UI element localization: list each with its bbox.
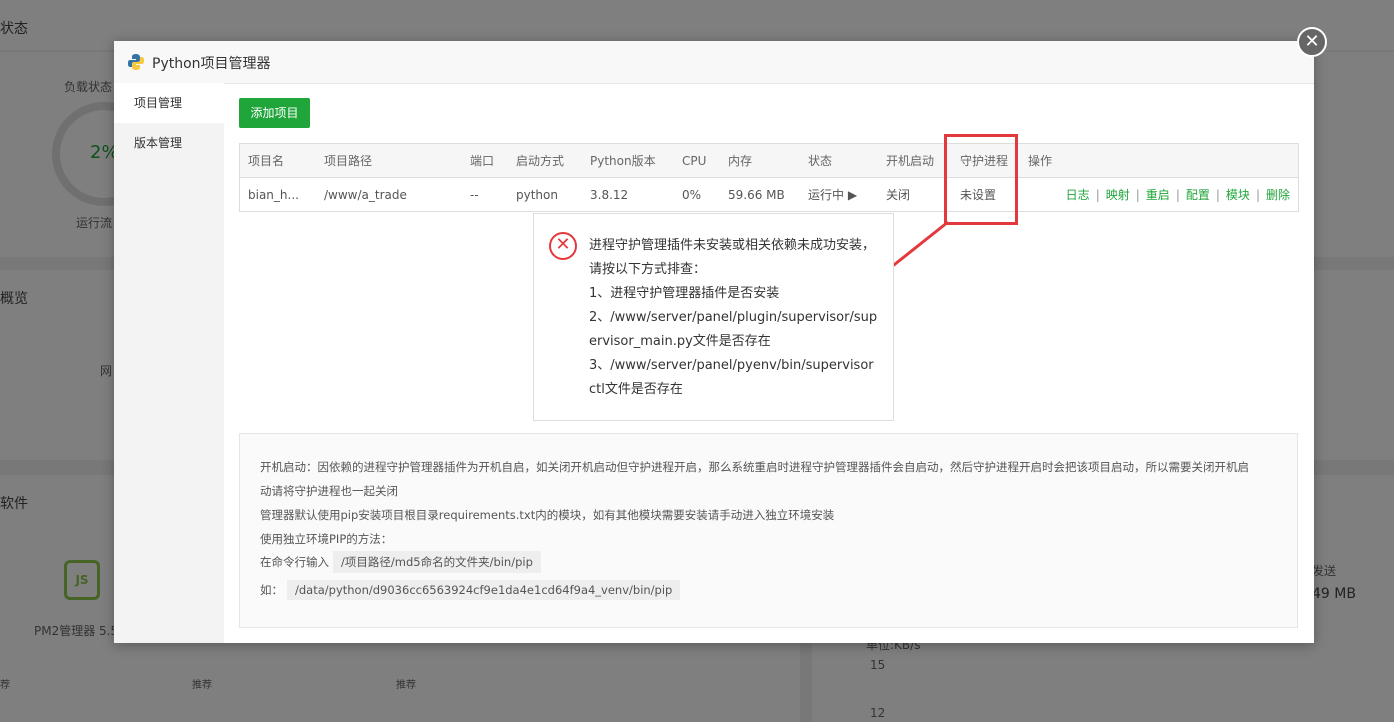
note-line: 开机启动：因依赖的进程守护管理器插件为开机自启，如关闭开机启动但守护进程开启，那… [260, 460, 1249, 474]
note-line: 如： /data/python/d9036cc6563924cf9e1da4e1c… [260, 580, 681, 600]
note-line: 动请将守护进程也一起关闭 [260, 484, 398, 498]
delete-link[interactable]: 删除 [1266, 188, 1290, 202]
close-icon[interactable]: ✕ [1297, 27, 1327, 57]
modal-title: Python项目管理器 [152, 56, 271, 72]
note-line: 在命令行输入/项目路径/md5命名的文件夹/bin/pip [260, 551, 541, 573]
project-operations: 日志 | 映射 | 重启 | 配置 | 模块 | 删除 [1020, 178, 1299, 212]
project-boot-toggle[interactable]: 关闭 [878, 178, 952, 212]
sidebar: 项目管理 版本管理 [114, 83, 224, 643]
separator: | [1255, 188, 1260, 202]
note-prefix: 在命令行输入 [260, 555, 329, 569]
project-name: bian_h... [248, 187, 299, 202]
help-notes: 开机启动：因依赖的进程守护管理器插件为开机自启，如关闭开机启动但守护进程开启，那… [239, 433, 1298, 628]
separator: | [1215, 188, 1220, 202]
sidebar-item-project-manage[interactable]: 项目管理 [114, 83, 224, 123]
project-port: -- [470, 187, 479, 202]
project-start-mode: python [516, 187, 558, 202]
col-header-version: Python版本 [582, 143, 674, 178]
note-line: 使用独立环境PIP的方法： [260, 532, 393, 546]
project-memory: 59.66 MB [728, 187, 785, 202]
col-header-ops: 操作 [1020, 143, 1299, 178]
error-x-icon: ✕ [549, 232, 577, 260]
sidebar-item-version-manage[interactable]: 版本管理 [114, 123, 224, 163]
mapping-link[interactable]: 映射 [1106, 188, 1130, 202]
pip-path-code: /项目路径/md5命名的文件夹/bin/pip [333, 551, 541, 573]
col-header-status: 状态 [800, 143, 878, 178]
col-header-boot: 开机启动 [878, 143, 952, 178]
daemon-highlight-box [944, 134, 1018, 225]
col-header-name: 项目名 [239, 143, 316, 178]
separator: | [1135, 188, 1140, 202]
col-header-cpu: CPU [674, 143, 720, 178]
add-project-button[interactable]: 添加项目 [239, 98, 310, 128]
tooltip-text: 进程守护管理插件未安装或相关依赖未成功安装，请按以下方式排查： 1、进程守护管理… [589, 234, 879, 402]
module-link[interactable]: 模块 [1226, 188, 1250, 202]
modal-header: Python项目管理器 [114, 41, 1314, 84]
tooltip-line: 2、/www/server/panel/plugin/supervisor/su… [589, 310, 878, 349]
daemon-error-tooltip: ✕ 进程守护管理插件未安装或相关依赖未成功安装，请按以下方式排查： 1、进程守护… [533, 213, 894, 421]
project-path-link[interactable]: /www/a_trade [316, 178, 462, 212]
col-header-port: 端口 [462, 143, 508, 178]
tooltip-line: 3、/www/server/panel/pyenv/bin/supervisor… [589, 358, 874, 397]
tooltip-line: 进程守护管理插件未安装或相关依赖未成功安装，请按以下方式排查： [589, 238, 876, 277]
python-logo-icon [128, 54, 144, 70]
tooltip-line: 1、进程守护管理器插件是否安装 [589, 286, 780, 301]
note-prefix: 如： [260, 583, 283, 597]
table-header-row: 项目名 项目路径 端口 启动方式 Python版本 CPU 内存 状态 开机启动… [239, 143, 1299, 178]
separator: | [1175, 188, 1180, 202]
separator: | [1095, 188, 1100, 202]
project-python-version: 3.8.12 [590, 187, 629, 202]
col-header-start: 启动方式 [508, 143, 582, 178]
restart-link[interactable]: 重启 [1146, 188, 1170, 202]
col-header-mem: 内存 [720, 143, 800, 178]
note-line: 管理器默认使用pip安装项目根目录requirements.txt内的模块，如有… [260, 508, 835, 522]
project-cpu: 0% [682, 187, 702, 202]
project-table: 项目名 项目路径 端口 启动方式 Python版本 CPU 内存 状态 开机启动… [239, 143, 1299, 212]
config-link[interactable]: 配置 [1186, 188, 1210, 202]
project-status-toggle[interactable]: 运行中 ▶ [800, 178, 878, 212]
col-header-path: 项目路径 [316, 143, 462, 178]
table-row: bian_h... /www/a_trade -- python 3.8.12 … [240, 178, 1299, 212]
pip-example-code: /data/python/d9036cc6563924cf9e1da4e1cd6… [287, 580, 681, 600]
log-link[interactable]: 日志 [1066, 188, 1090, 202]
